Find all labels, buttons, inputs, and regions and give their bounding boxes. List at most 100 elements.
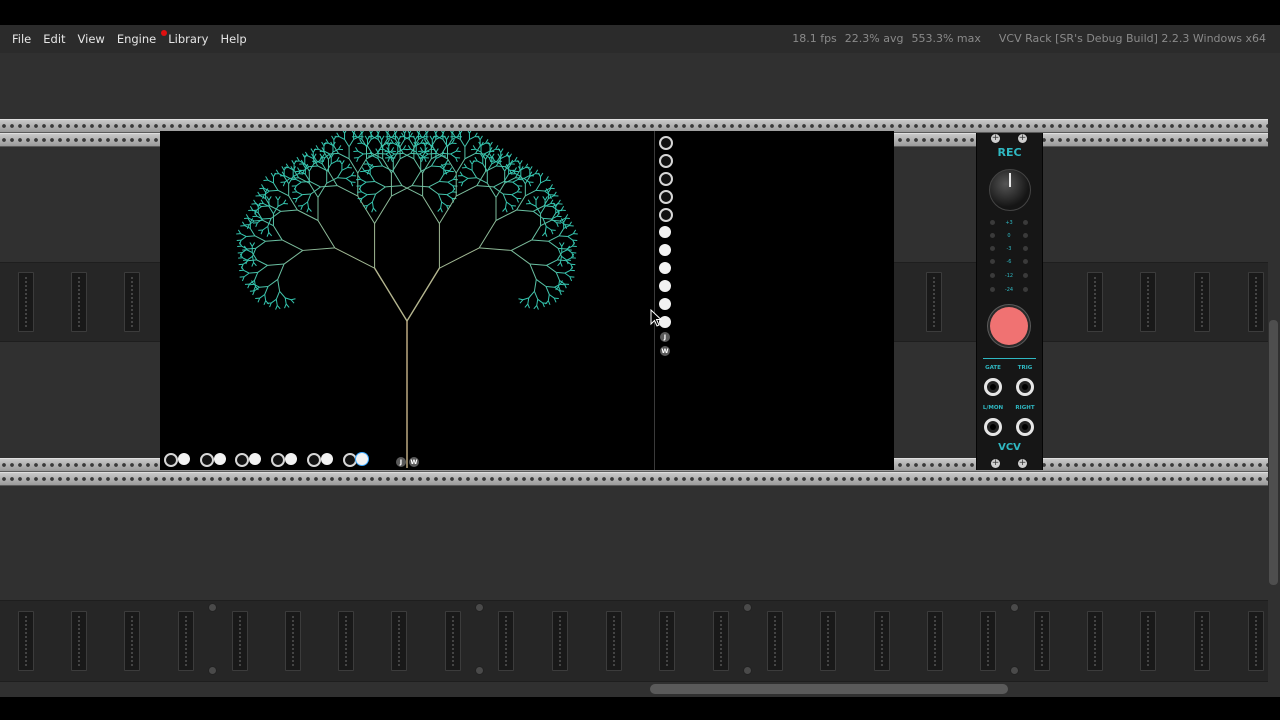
input-port[interactable] xyxy=(271,453,285,467)
tree-branch xyxy=(547,300,551,305)
tree-branch xyxy=(317,182,328,198)
tree-branch xyxy=(357,175,361,180)
right-jack[interactable] xyxy=(1016,418,1034,436)
trig-jack[interactable] xyxy=(1016,378,1034,396)
output-port[interactable] xyxy=(321,453,333,465)
tree-branch xyxy=(253,199,257,204)
vertical-scrollbar[interactable] xyxy=(1269,320,1278,585)
rack-slot xyxy=(713,611,729,671)
gate-jack[interactable] xyxy=(984,378,1002,396)
tree-branch xyxy=(535,182,541,191)
input-port[interactable] xyxy=(164,453,178,467)
input-port[interactable] xyxy=(200,453,214,467)
rack-canvas[interactable]: J W J W + + REC +3 0 -3 -6 -12 -24 GATE … xyxy=(0,53,1280,697)
tree-branch xyxy=(476,160,483,165)
tree-branch xyxy=(372,207,377,212)
output-port[interactable] xyxy=(178,453,190,465)
tree-branch xyxy=(280,209,298,212)
tree-branch xyxy=(243,269,250,274)
tree-branch xyxy=(431,165,441,168)
input-port[interactable] xyxy=(659,190,673,204)
tree-branch xyxy=(386,139,391,144)
horizontal-scrollbar[interactable] xyxy=(650,684,1008,694)
output-port[interactable] xyxy=(356,453,368,465)
input-port[interactable] xyxy=(659,208,673,222)
j-port[interactable]: J xyxy=(396,457,406,467)
tree-branch xyxy=(423,157,427,162)
tree-branch xyxy=(249,228,256,237)
tree-branch xyxy=(564,283,567,289)
tree-branch xyxy=(341,167,348,171)
rack-slot xyxy=(498,611,514,671)
tree-branch xyxy=(361,167,366,172)
tree-branch xyxy=(460,181,464,187)
level-led xyxy=(990,233,995,238)
tree-branch xyxy=(558,242,563,247)
tree-branch xyxy=(261,205,271,208)
tree-branch xyxy=(552,206,558,211)
tree-branch xyxy=(423,132,427,137)
fractal-tree-module[interactable]: J W xyxy=(160,129,654,470)
w-port[interactable]: W xyxy=(409,457,419,467)
input-port[interactable] xyxy=(235,453,249,467)
w-port[interactable]: W xyxy=(660,346,670,356)
tree-branch xyxy=(249,271,258,274)
tree-branch xyxy=(512,181,519,187)
rack-slot xyxy=(552,611,568,671)
output-port[interactable] xyxy=(659,244,671,256)
gain-knob[interactable] xyxy=(989,169,1031,211)
input-port[interactable] xyxy=(343,453,357,467)
tree-branch xyxy=(459,171,463,176)
tree-branch xyxy=(568,221,572,226)
record-button[interactable] xyxy=(990,307,1028,345)
tree-branch xyxy=(531,225,541,241)
tree-branch xyxy=(283,199,287,204)
input-port[interactable] xyxy=(659,154,673,168)
tree-branch xyxy=(528,181,532,187)
brand-logo: VCV xyxy=(998,442,1021,453)
input-port[interactable] xyxy=(659,136,673,150)
menu-engine[interactable]: Engine xyxy=(111,25,162,53)
tree-branch xyxy=(446,191,453,196)
display-module[interactable]: J W xyxy=(655,131,894,470)
output-port[interactable] xyxy=(249,453,261,465)
tree-branch xyxy=(464,139,470,148)
output-port[interactable] xyxy=(285,453,297,465)
screw-icon xyxy=(743,666,752,675)
tree-branch xyxy=(240,233,247,237)
tree-branch xyxy=(365,205,368,210)
tree-branch xyxy=(375,148,379,153)
menu-help[interactable]: Help xyxy=(214,25,252,53)
tree-branch xyxy=(321,141,325,147)
rack-slot xyxy=(659,611,675,671)
tree-branch xyxy=(369,173,376,182)
level-label: +3 xyxy=(1005,220,1013,226)
level-led xyxy=(1023,233,1028,238)
output-port[interactable] xyxy=(659,280,671,292)
tree-branch xyxy=(479,247,512,251)
tree-branch xyxy=(365,159,369,165)
input-port[interactable] xyxy=(307,453,321,467)
output-port[interactable] xyxy=(659,262,671,274)
rack-slot xyxy=(1034,611,1050,671)
tree-branch xyxy=(542,196,546,201)
tree-branch xyxy=(451,129,455,134)
trig-label: TRIG xyxy=(1017,365,1033,371)
j-port[interactable]: J xyxy=(660,332,670,342)
output-port[interactable] xyxy=(214,453,226,465)
tree-branch xyxy=(553,297,557,303)
input-port[interactable] xyxy=(659,172,673,186)
menu-library[interactable]: Library xyxy=(161,25,214,53)
menu-edit[interactable]: Edit xyxy=(37,25,71,53)
tree-branch xyxy=(549,294,555,299)
recorder-module[interactable]: + + REC +3 0 -3 -6 -12 -24 GATE TRIG L/M… xyxy=(976,133,1043,470)
menu-view[interactable]: View xyxy=(72,25,111,53)
tree-branch xyxy=(246,249,253,254)
left-jack[interactable] xyxy=(984,418,1002,436)
tree-branch xyxy=(530,203,537,207)
tree-branch xyxy=(249,242,253,247)
tree-branch xyxy=(408,139,415,148)
output-port[interactable] xyxy=(659,226,671,238)
tree-branch xyxy=(399,139,406,148)
menu-file[interactable]: File xyxy=(6,25,37,53)
